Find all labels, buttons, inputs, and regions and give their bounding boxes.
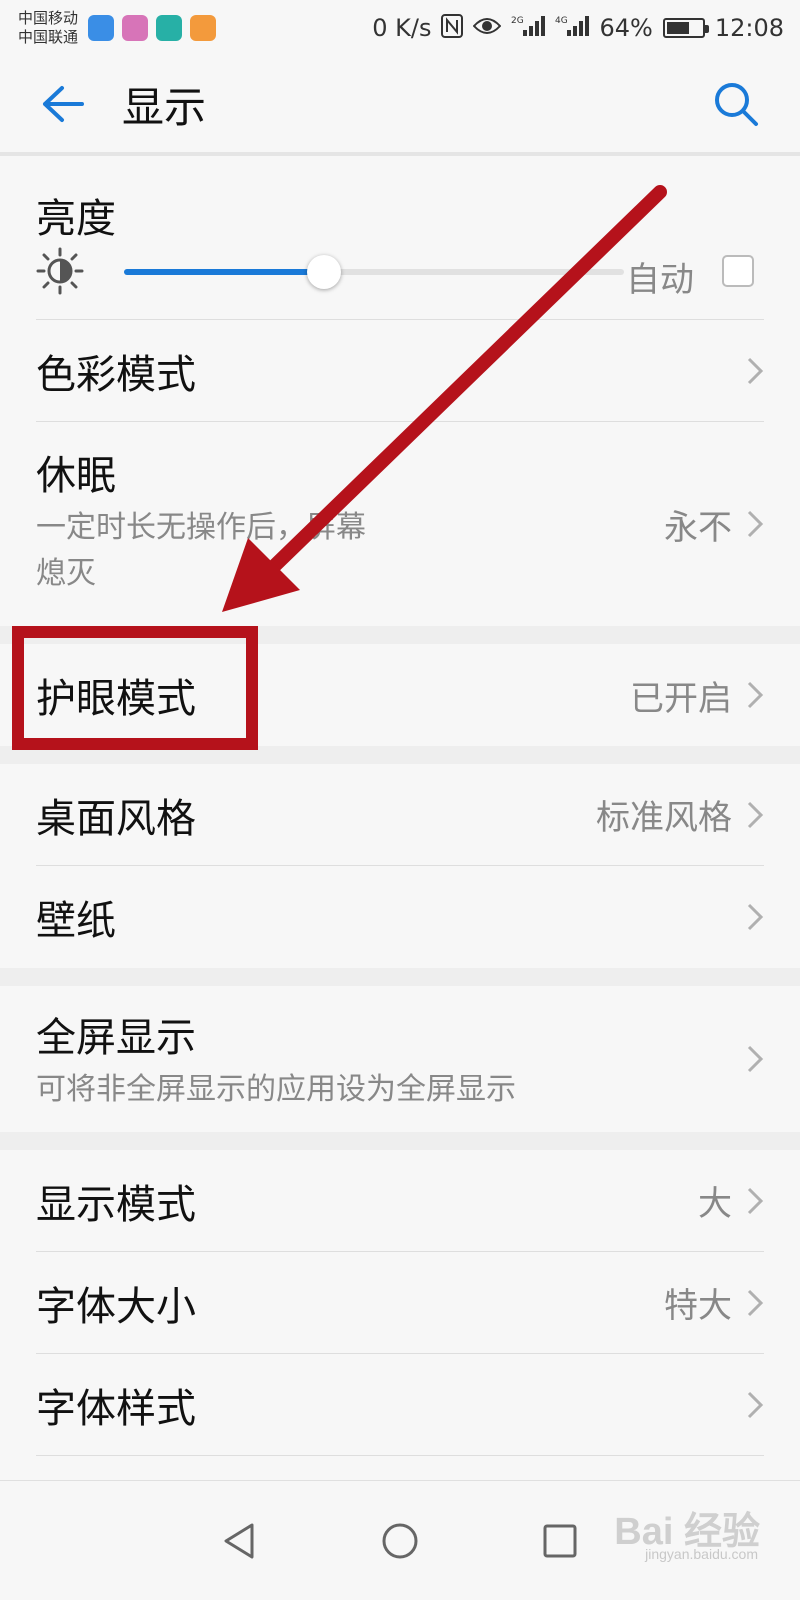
network-4g-label: 4G xyxy=(555,16,568,26)
network-2g-label: 2G xyxy=(511,16,524,26)
page-title: 显示 xyxy=(122,82,207,132)
signal-2g-icon: 2G xyxy=(511,14,546,43)
net-speed: 0 K/s xyxy=(372,14,432,42)
chevron-right-icon xyxy=(747,1289,764,1316)
nav-home-button[interactable] xyxy=(370,1511,430,1571)
arrow-left-icon xyxy=(43,86,84,122)
settings-item-font-style[interactable]: 字体样式 xyxy=(36,1354,764,1456)
brightness-icon xyxy=(36,247,84,295)
chevron-right-icon xyxy=(747,681,764,709)
back-button[interactable] xyxy=(22,64,102,144)
carrier-2: 中国联通 xyxy=(18,28,79,46)
brightness-slider-thumb[interactable] xyxy=(307,255,341,289)
group-divider xyxy=(0,1132,800,1150)
battery-icon xyxy=(662,18,709,38)
settings-item-wallpaper[interactable]: 壁纸 xyxy=(36,866,764,968)
sleep-title: 休眠 xyxy=(36,453,116,499)
chevron-right-icon xyxy=(747,510,764,538)
desktop-style-value: 标准风格 xyxy=(596,798,732,838)
nav-back-button[interactable] xyxy=(210,1511,270,1571)
search-button[interactable] xyxy=(706,74,766,134)
settings-item-color-mode[interactable]: 色彩模式 xyxy=(36,320,764,422)
contacts-app-icon xyxy=(122,15,149,41)
brightness-slider[interactable] xyxy=(124,255,624,289)
settings-item-font-size[interactable]: 字体大小 特大 xyxy=(36,1252,764,1354)
sleep-value: 永不 xyxy=(664,507,732,548)
chevron-right-icon xyxy=(747,1045,764,1073)
font-style-title: 字体样式 xyxy=(36,1385,196,1432)
settings-item-display-mode[interactable]: 显示模式 大 xyxy=(36,1150,764,1252)
brightness-section: 亮度 自动 xyxy=(36,160,764,320)
nfc-icon xyxy=(441,13,464,43)
settings-item-sleep[interactable]: 休眠 一定时长无操作后，屏幕 熄灭 永不 xyxy=(36,422,764,626)
desktop-style-title: 桌面风格 xyxy=(36,795,196,842)
circle-home-icon xyxy=(382,1523,418,1558)
chevron-right-icon xyxy=(747,1187,764,1214)
chevron-right-icon xyxy=(747,903,764,931)
color-mode-title: 色彩模式 xyxy=(36,351,196,398)
font-size-title: 字体大小 xyxy=(36,1283,196,1330)
sleep-subtitle-line1: 一定时长无操作后，屏幕 xyxy=(36,510,366,545)
display-mode-title: 显示模式 xyxy=(36,1181,196,1228)
triangle-back-icon xyxy=(224,1523,254,1558)
battery-fill xyxy=(666,22,689,34)
chevron-right-icon xyxy=(747,357,764,384)
auto-brightness-checkbox[interactable] xyxy=(722,255,754,287)
brightness-title: 亮度 xyxy=(36,196,116,242)
signal-4g-icon: 4G xyxy=(555,14,590,43)
chevron-right-icon xyxy=(747,801,764,828)
shield-app-icon xyxy=(88,15,115,41)
status-bar: 中国移动 中国联通 0 K/s 2G 4G 64% 12:08 xyxy=(0,0,800,56)
eye-comfort-value: 已开启 xyxy=(630,678,732,719)
full-screen-title: 全屏显示 xyxy=(36,1015,196,1061)
search-icon xyxy=(715,83,758,126)
brightness-slider-fill xyxy=(124,269,324,275)
display-mode-value: 大 xyxy=(698,1184,732,1224)
watermark-url: jingyan.baidu.com xyxy=(645,1546,758,1562)
app-header: 显示 xyxy=(0,56,800,156)
full-screen-subtitle: 可将非全屏显示的应用设为全屏显示 xyxy=(36,1072,516,1107)
settings-item-full-screen[interactable]: 全屏显示 可将非全屏显示的应用设为全屏显示 xyxy=(36,986,764,1132)
carrier-info: 中国移动 中国联通 xyxy=(18,9,78,47)
square-recents-icon xyxy=(543,1524,577,1557)
settings-list: 亮度 自动 色彩模式 休眠 一定时长无操作后，屏幕 熄灭 永不 护眼模式 已开启… xyxy=(0,160,800,1456)
battery-percent: 64% xyxy=(599,14,653,42)
video-app-icon xyxy=(190,15,217,41)
eye-icon xyxy=(473,16,502,41)
carrier-1: 中国移动 xyxy=(18,9,79,27)
clock: 12:08 xyxy=(714,14,784,42)
auto-brightness-label: 自动 xyxy=(626,260,694,300)
nav-recents-button[interactable] xyxy=(530,1511,590,1571)
wallpaper-title: 壁纸 xyxy=(36,898,116,944)
notification-icons xyxy=(88,15,217,41)
annotation-highlight-box xyxy=(12,626,258,750)
browser-app-icon xyxy=(156,15,183,41)
font-size-value: 特大 xyxy=(664,1286,732,1326)
sleep-subtitle-line2: 熄灭 xyxy=(36,556,96,591)
settings-item-desktop-style[interactable]: 桌面风格 标准风格 xyxy=(36,764,764,866)
chevron-right-icon xyxy=(747,1391,764,1418)
group-divider xyxy=(0,968,800,986)
